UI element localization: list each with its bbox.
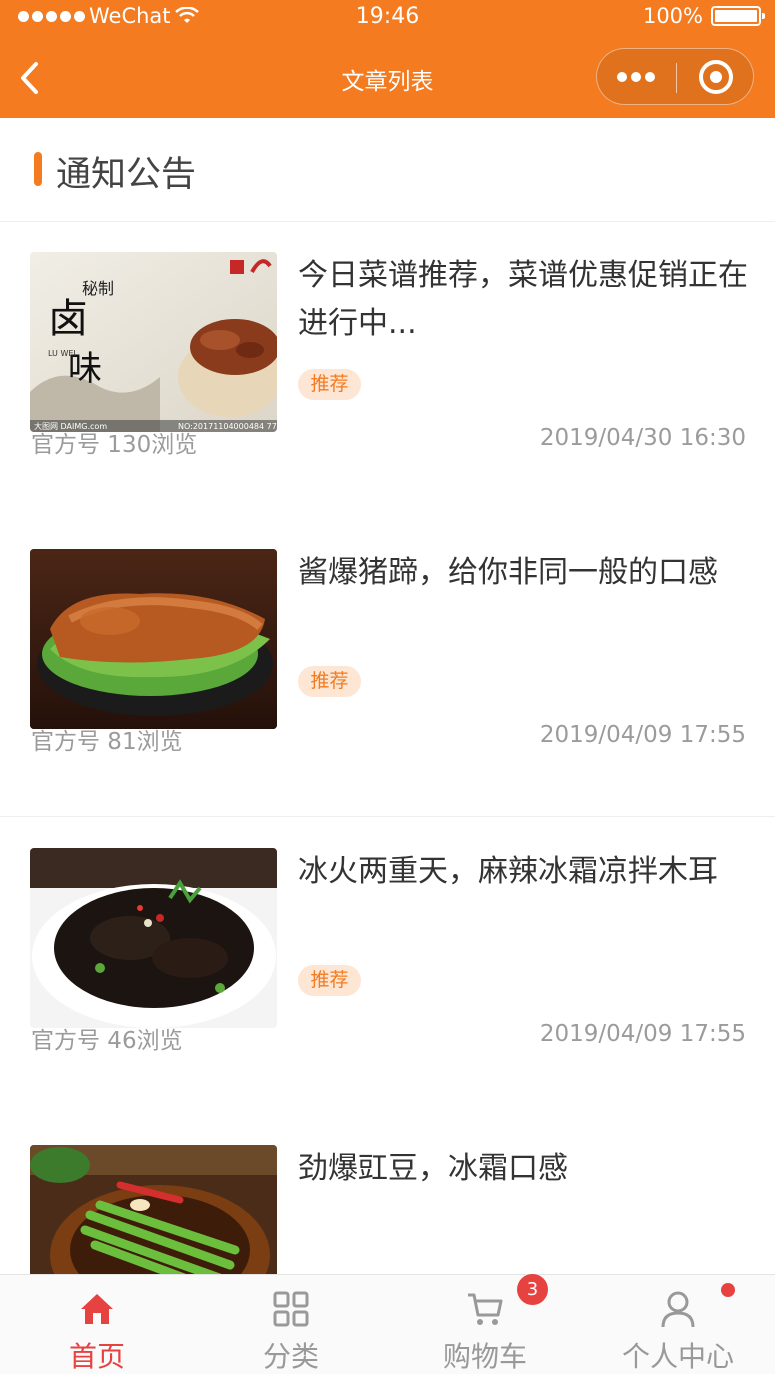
menu-capsule (596, 48, 754, 105)
article-tag: 推荐 (298, 965, 361, 996)
tab-cart[interactable]: 购物车 (388, 1275, 582, 1374)
battery-icon (711, 6, 765, 26)
capsule-divider (676, 63, 677, 93)
profile-red-dot (721, 1283, 735, 1297)
tab-profile[interactable]: 个人中心 (581, 1275, 775, 1374)
article-source-views: 官方号 81浏览 (31, 729, 183, 755)
article-title[interactable]: 劲爆豇豆，冰霜口感 (298, 1145, 748, 1193)
user-icon (661, 1291, 695, 1328)
cart-icon (468, 1293, 503, 1325)
tab-label-cart: 购物车 (442, 1340, 527, 1373)
article-thumbnail (30, 848, 277, 1028)
article-tag: 推荐 (298, 369, 361, 400)
thumb-text-luwei: LU WEI (48, 349, 76, 358)
battery-percent: 100% (642, 4, 703, 28)
tab-label-category: 分类 (262, 1340, 319, 1373)
article-item[interactable]: 冰火两重天，麻辣冰霜凉拌木耳 推荐 官方号 46浏览 2019/04/09 17… (0, 818, 775, 1116)
article-date: 2019/04/09 17:55 (539, 1021, 746, 1047)
grid-icon (273, 1291, 309, 1327)
section-accent-bar (34, 152, 42, 186)
article-source-views: 官方号 46浏览 (31, 1028, 183, 1054)
target-circle-icon[interactable] (699, 60, 733, 94)
tab-bar: 首页 分类 购物车 个人中心 (0, 1274, 775, 1374)
tab-label-profile: 个人中心 (621, 1340, 734, 1373)
status-bar: WeChat 19:46 100% (0, 0, 775, 36)
tab-home[interactable]: 首页 (0, 1275, 194, 1374)
article-title[interactable]: 冰火两重天，麻辣冰霜凉拌木耳 (298, 848, 748, 896)
top-bar: WeChat 19:46 100% 文章列表 (0, 0, 775, 118)
article-item[interactable]: 酱爆猪蹄，给你非同一般的口感 推荐 官方号 81浏览 2019/04/09 17… (0, 519, 775, 817)
article-date: 2019/04/09 17:55 (539, 722, 746, 748)
article-title[interactable]: 酱爆猪蹄，给你非同一般的口感 (298, 549, 748, 597)
home-icon (81, 1294, 113, 1324)
tab-category[interactable]: 分类 (194, 1275, 388, 1374)
section-header: 通知公告 (0, 118, 775, 222)
article-date: 2019/04/30 16:30 (539, 425, 746, 451)
cart-badge: 3 (517, 1274, 548, 1305)
article-thumbnail (30, 549, 277, 729)
tab-label-home: 首页 (68, 1340, 125, 1373)
article-thumbnail: 秘制 卤 味 LU WEI 大图网 DAIMG.com NO:201711040… (30, 252, 277, 432)
thumb-text-lu: 卤 (48, 296, 88, 342)
article-item[interactable]: 劲爆豇豆，冰霜口感 (0, 1115, 775, 1274)
article-thumbnail (30, 1145, 277, 1274)
article-title[interactable]: 今日菜谱推荐，菜谱优惠促销正在进行中... (298, 252, 748, 348)
article-item[interactable]: 秘制 卤 味 LU WEI 大图网 DAIMG.com NO:201711040… (0, 222, 775, 520)
article-source-views: 官方号 130浏览 (31, 432, 198, 458)
article-tag: 推荐 (298, 666, 361, 697)
more-dots-icon[interactable] (617, 67, 659, 87)
battery-group: 100% (642, 4, 765, 28)
section-title: 通知公告 (56, 155, 197, 195)
